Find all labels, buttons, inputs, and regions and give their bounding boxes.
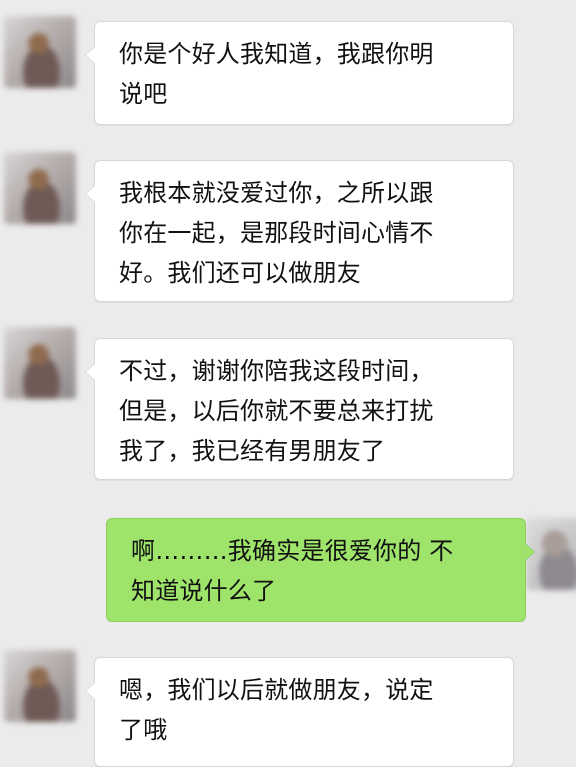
contact-avatar[interactable] bbox=[4, 152, 76, 224]
chat-thread: 你是个好人我知道，我跟你明 说吧 我根本就没爱过你，之所以跟 你在一起，是那段时… bbox=[0, 0, 576, 767]
contact-avatar[interactable] bbox=[4, 16, 76, 88]
incoming-message-bubble[interactable]: 嗯，我们以后就做朋友，说定 了哦 bbox=[85, 657, 514, 767]
contact-avatar[interactable] bbox=[4, 650, 76, 722]
incoming-message-bubble[interactable]: 你是个好人我知道，我跟你明 说吧 bbox=[85, 21, 514, 125]
incoming-message-bubble[interactable]: 我根本就没爱过你，之所以跟 你在一起，是那段时间心情不 好。我们还可以做朋友 bbox=[85, 160, 514, 302]
incoming-message-bubble[interactable]: 不过，谢谢你陪我这段时间， 但是，以后你就不要总来打扰 我了，我已经有男朋友了 bbox=[85, 338, 514, 480]
outgoing-message-bubble[interactable]: 啊………我确实是很爱你的 不 知道说什么了 bbox=[106, 518, 535, 622]
contact-avatar[interactable] bbox=[4, 327, 76, 399]
